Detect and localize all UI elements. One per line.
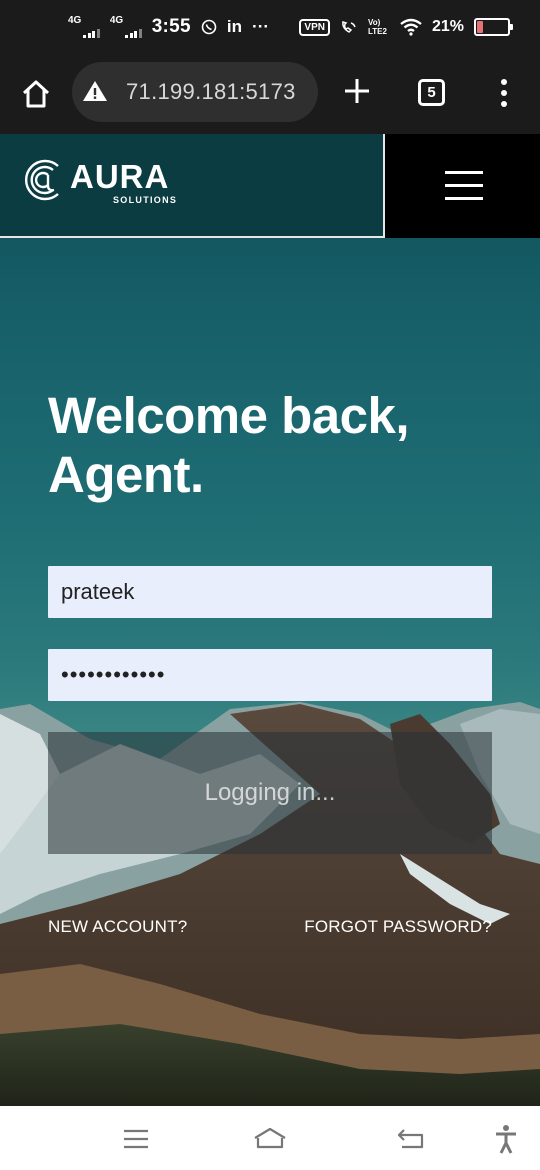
accessibility-icon[interactable]: [494, 1124, 518, 1154]
logo-name[interactable]: AURA: [70, 158, 169, 196]
back-icon[interactable]: [396, 1126, 426, 1150]
url-text[interactable]: 71.199.181:5173: [126, 79, 296, 105]
status-bar: 4G 4G 3:55 in ··· VPN Vo) LTE2 21%: [0, 0, 540, 60]
network-type-2: 4G: [109, 15, 124, 26]
welcome-heading: Welcome back, Agent.: [48, 386, 410, 504]
new-account-link[interactable]: NEW ACCOUNT?: [48, 917, 187, 937]
vpn-badge: VPN: [299, 18, 330, 36]
login-page: AURA SOLUTIONS Welcome back, Agent. Logg…: [0, 134, 540, 1106]
browser-toolbar: 71.199.181:5173 5: [0, 60, 540, 134]
address-bar[interactable]: 71.199.181:5173: [72, 62, 318, 122]
more-notifications: ···: [252, 17, 270, 36]
warning-icon[interactable]: [82, 79, 108, 103]
home-icon[interactable]: [252, 1126, 288, 1150]
mountain-background: [0, 702, 540, 1106]
recents-icon[interactable]: [122, 1128, 150, 1150]
linkedin-icon: in: [226, 17, 243, 36]
forgot-password-link[interactable]: FORGOT PASSWORD?: [304, 917, 492, 937]
home-icon[interactable]: [20, 78, 52, 110]
welcome-line-2: Agent.: [48, 446, 204, 503]
password-input[interactable]: [48, 649, 492, 701]
hamburger-icon[interactable]: [383, 134, 540, 238]
tabs-icon[interactable]: 5: [418, 79, 445, 106]
network-type-1: 4G: [68, 15, 82, 26]
wifi-icon: [400, 18, 422, 36]
battery-icon: [474, 18, 513, 36]
system-nav-bar: [0, 1106, 540, 1170]
volte-icon: Vo) LTE2: [367, 18, 387, 36]
welcome-line-1: Welcome back,: [48, 387, 410, 444]
more-vert-icon[interactable]: [499, 78, 509, 108]
clock: 3:55: [151, 16, 191, 37]
signal-1-icon: 4G: [68, 16, 100, 38]
site-header: AURA SOLUTIONS: [0, 134, 540, 238]
logo-subtitle: SOLUTIONS: [113, 195, 178, 205]
signal-2-icon: 4G: [110, 16, 142, 38]
aura-logo-icon[interactable]: [22, 156, 66, 204]
whatsapp-icon: [201, 19, 217, 35]
username-input[interactable]: [48, 566, 492, 618]
login-button[interactable]: Logging in...: [48, 732, 492, 854]
plus-icon[interactable]: [342, 76, 372, 106]
wifi-calling-icon: [342, 21, 356, 33]
battery-percent: 21%: [431, 18, 464, 35]
